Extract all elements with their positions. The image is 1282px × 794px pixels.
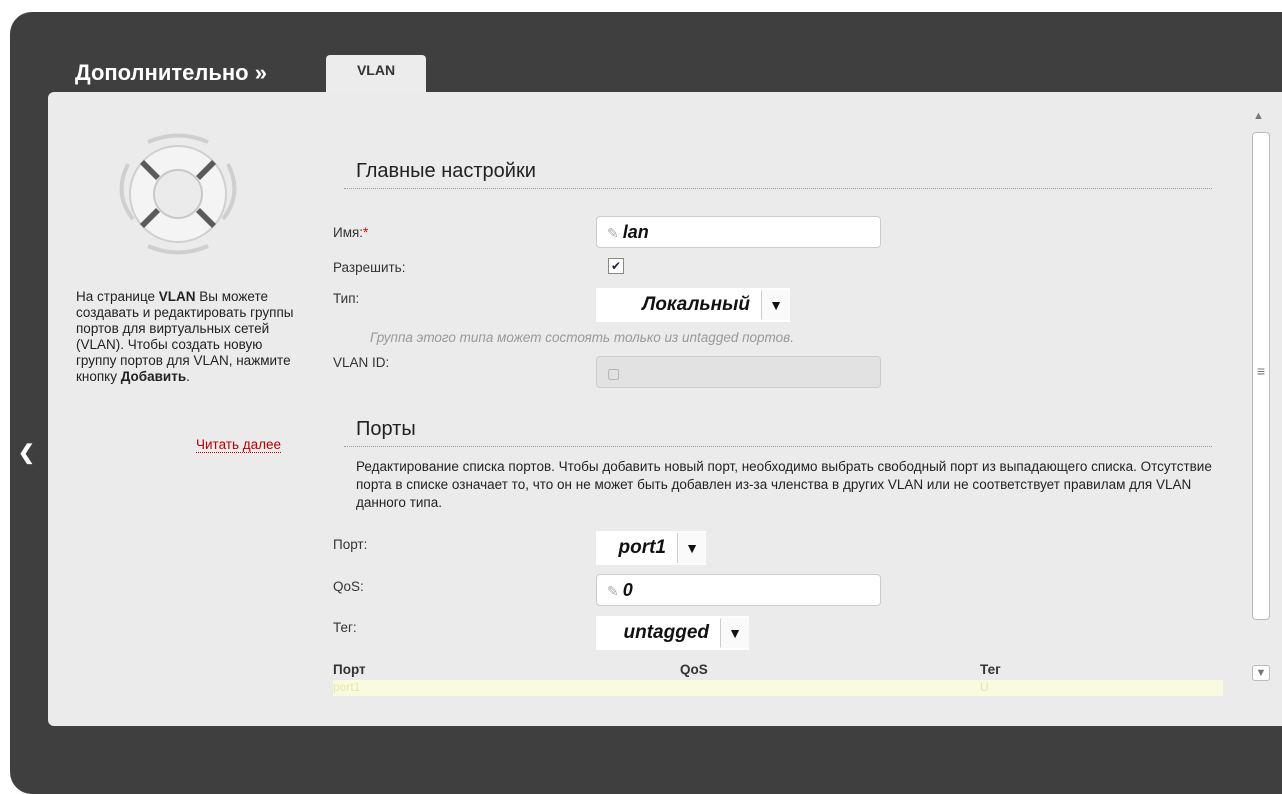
- ports-description: Редактирование списка портов. Чтобы доба…: [356, 459, 1212, 510]
- chevron-down-icon[interactable]: ▼: [720, 618, 749, 648]
- tab-vlan[interactable]: VLAN: [326, 55, 426, 95]
- back-arrow-icon[interactable]: ❮: [18, 440, 35, 465]
- type-select-value: Локальный: [642, 294, 750, 315]
- name-input[interactable]: ✎ lan: [596, 216, 881, 248]
- enable-checkbox[interactable]: ✔: [608, 258, 624, 274]
- scrollbar-thumb[interactable]: ≡: [1252, 132, 1270, 620]
- pencil-icon: ✎: [607, 583, 619, 599]
- vlan-id-label: VLAN ID:: [333, 355, 390, 370]
- table-header-tag: Тег: [980, 662, 1001, 677]
- section-title-ports: Порты: [356, 418, 416, 440]
- table-header-qos: QoS: [680, 662, 708, 677]
- qos-label: QoS:: [333, 579, 364, 594]
- type-label: Тип:: [333, 291, 360, 306]
- chevron-down-icon[interactable]: ▼: [677, 533, 706, 563]
- port-select-value: port1: [618, 537, 667, 558]
- scroll-down-icon[interactable]: ▼: [1252, 665, 1270, 681]
- read-more-link[interactable]: Читать далее: [196, 437, 282, 453]
- vlan-id-input: ▢: [596, 356, 881, 388]
- name-label: Имя:*: [333, 225, 369, 240]
- divider: [344, 446, 1212, 447]
- tag-select[interactable]: untagged ▼: [596, 616, 749, 650]
- grip-icon: ≡: [1256, 363, 1266, 379]
- divider: [344, 188, 1212, 189]
- qos-input[interactable]: ✎ 0: [596, 574, 881, 606]
- tag-label: Тег:: [333, 620, 357, 635]
- scroll-up-icon[interactable]: ▲: [1253, 110, 1264, 122]
- section-title-main: Главные настройки: [356, 160, 536, 182]
- table-cell-tag: U: [980, 680, 989, 694]
- table-cell-port: port1: [333, 680, 361, 694]
- tag-select-value: untagged: [623, 622, 710, 643]
- enable-label: Разрешить:: [333, 260, 406, 275]
- table-row[interactable]: port1 U: [333, 680, 1223, 696]
- port-label: Порт:: [333, 537, 368, 552]
- lifebuoy-icon: [119, 133, 237, 255]
- table-header-port: Порт: [333, 662, 366, 677]
- breadcrumb[interactable]: Дополнительно »: [75, 60, 267, 86]
- lock-icon: ▢: [607, 365, 621, 381]
- scrollbar[interactable]: ▲ ≡ ▼: [1249, 110, 1273, 690]
- type-hint: Группа этого типа может состоять только …: [370, 330, 794, 345]
- pencil-icon: ✎: [607, 225, 619, 241]
- port-select[interactable]: port1 ▼: [596, 531, 706, 565]
- type-select[interactable]: Локальный ▼: [596, 288, 790, 322]
- help-text: На странице VLAN Вы можете создавать и р…: [76, 289, 294, 384]
- chevron-down-icon[interactable]: ▼: [761, 290, 790, 320]
